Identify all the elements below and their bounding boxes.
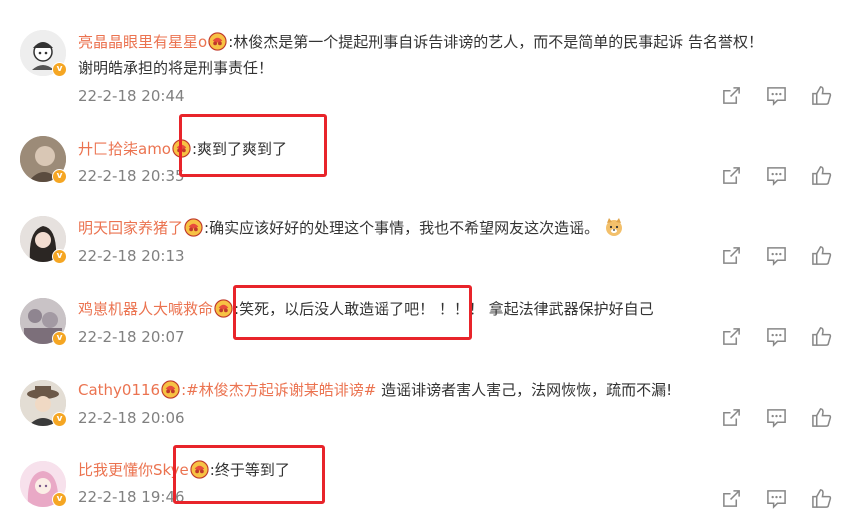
action-bar: [721, 407, 832, 428]
like-icon[interactable]: [811, 488, 832, 509]
action-bar: [721, 488, 832, 509]
fan-medal-icon: [184, 218, 203, 237]
share-icon[interactable]: [721, 85, 742, 106]
username-link[interactable]: Cathy0116: [78, 381, 160, 399]
comment-icon[interactable]: [766, 407, 787, 428]
action-bar: [721, 165, 832, 186]
comment-icon[interactable]: [766, 85, 787, 106]
action-bar: [721, 326, 832, 347]
fan-medal-icon: [161, 380, 180, 399]
comment-item: v 比我更懂你Skye:终于等到了 22-2-18 19:46: [0, 0, 862, 86]
comment-text: 明天回家养猪了 :确实应该好好的处理这个事情，我也不希望网友这次造谣。: [78, 216, 624, 240]
comment-body: :确实应该好好的处理这个事情，我也不希望网友这次造谣。: [204, 219, 600, 237]
comment-body: 造谣诽谤者害人害己，法网恢恢，疏而不漏!: [376, 381, 673, 399]
comment-icon[interactable]: [766, 488, 787, 509]
highlight-box: [173, 445, 325, 504]
username-link[interactable]: 鸡崽机器人大喊救命: [78, 300, 213, 318]
like-icon[interactable]: [811, 85, 832, 106]
timestamp: 22-2-18 20:07: [78, 328, 185, 346]
verified-badge-icon: v: [52, 169, 67, 184]
timestamp: 22-2-18 20:35: [78, 167, 185, 185]
verified-badge-icon: v: [52, 331, 67, 346]
verified-badge-icon: v: [52, 492, 67, 507]
share-icon[interactable]: [721, 165, 742, 186]
topic-hashtag-link[interactable]: :#林俊杰方起诉谢某皓诽谤#: [181, 381, 376, 399]
timestamp: 22-2-18 19:46: [78, 488, 185, 506]
action-bar: [721, 245, 832, 266]
doge-emoji-icon: [605, 218, 622, 236]
verified-badge-icon: v: [52, 412, 67, 427]
comment-icon[interactable]: [766, 245, 787, 266]
fan-medal-icon: [214, 299, 233, 318]
verified-badge-icon: v: [52, 249, 67, 264]
username-link[interactable]: 明天回家养猪了: [78, 219, 183, 237]
like-icon[interactable]: [811, 407, 832, 428]
username-link[interactable]: 廾匚拾柒amo: [78, 140, 171, 158]
share-icon[interactable]: [721, 245, 742, 266]
timestamp: 22-2-18 20:13: [78, 247, 185, 265]
comment-icon[interactable]: [766, 326, 787, 347]
action-bar: [721, 85, 832, 106]
share-icon[interactable]: [721, 326, 742, 347]
like-icon[interactable]: [811, 245, 832, 266]
comment-text: Cathy0116 :#林俊杰方起诉谢某皓诽谤# 造谣诽谤者害人害己，法网恢恢，疏…: [78, 378, 672, 402]
like-icon[interactable]: [811, 326, 832, 347]
highlight-box: [179, 114, 327, 177]
comment-icon[interactable]: [766, 165, 787, 186]
timestamp: 22-2-18 20:06: [78, 409, 185, 427]
timestamp: 22-2-18 20:44: [78, 87, 185, 105]
like-icon[interactable]: [811, 165, 832, 186]
share-icon[interactable]: [721, 407, 742, 428]
share-icon[interactable]: [721, 488, 742, 509]
highlight-box: [233, 285, 472, 340]
